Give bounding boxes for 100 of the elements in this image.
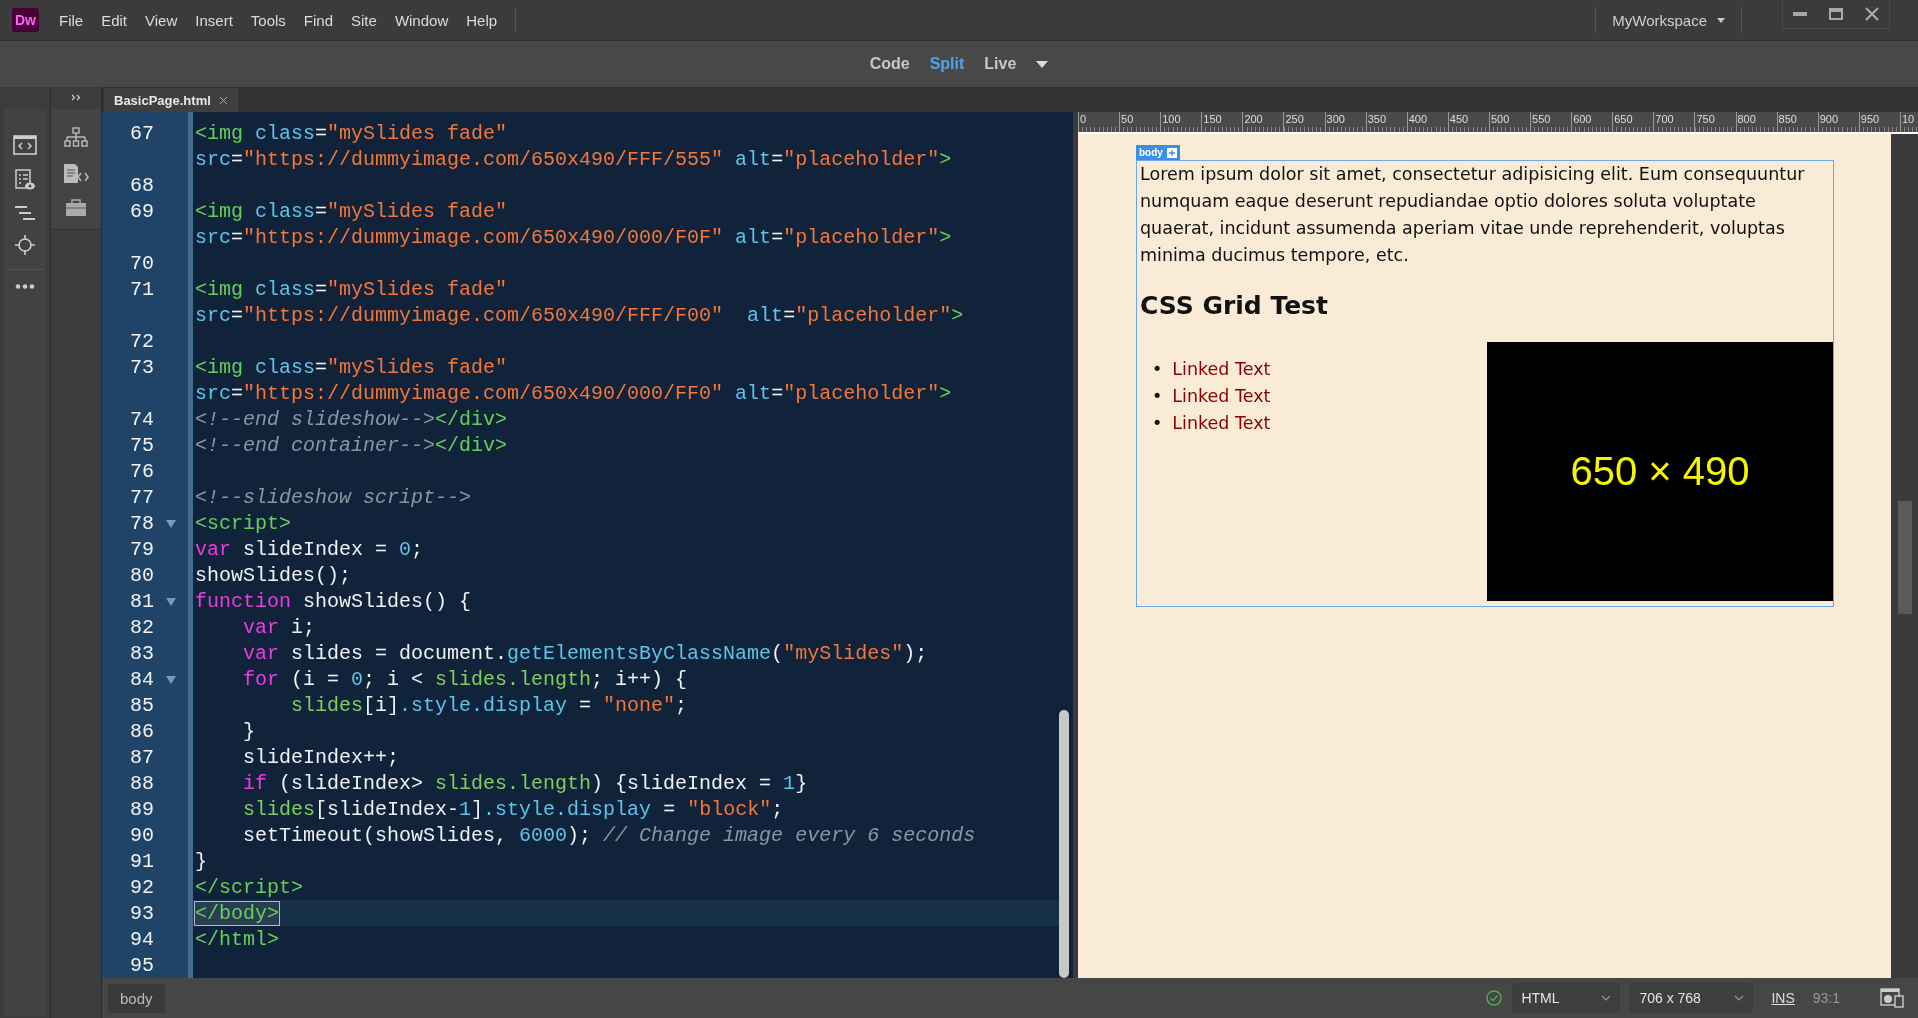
- menu-item[interactable]: Tools: [250, 11, 286, 29]
- chevron-icon[interactable]: [1601, 995, 1612, 1001]
- line-number: 90: [130, 823, 154, 847]
- document-code-icon[interactable]: [63, 163, 89, 185]
- code-line: setTimeout(showSlides, 6000); // Change image every 6 seconds: [242, 823, 976, 847]
- fold-icon[interactable]: [166, 598, 176, 606]
- view-mode-tab[interactable]: Live: [984, 55, 1017, 73]
- code-view-icon[interactable]: [13, 135, 37, 155]
- code-line: src="https://dummyimage.com/650x490/000/F0F" alt="placeholder">: [195, 225, 952, 249]
- app-logo: Dw: [12, 8, 39, 32]
- crosshair-icon[interactable]: [15, 235, 35, 255]
- menu-item[interactable]: File: [59, 11, 84, 29]
- placeholder-image: 650 × 490: [1487, 342, 1833, 601]
- insert-mode[interactable]: INS: [1771, 990, 1795, 1006]
- scrollbar-thumb[interactable]: [1059, 710, 1069, 978]
- language-dropdown[interactable]: HTML: [1512, 983, 1621, 1013]
- bullet: •: [1152, 359, 1163, 379]
- code-editor[interactable]: [102, 112, 1073, 978]
- maximize-icon[interactable]: [1829, 8, 1843, 20]
- line-number: 67: [130, 121, 154, 145]
- line-number: 79: [130, 537, 154, 561]
- menu-item[interactable]: Window: [394, 11, 449, 29]
- toolbox-icon[interactable]: [65, 199, 87, 217]
- code-line: if (slideIndex> slides.length) {slideIndex = 1}: [242, 771, 808, 795]
- link[interactable]: Linked Text: [1172, 386, 1271, 406]
- code-line: </html>: [195, 927, 279, 951]
- line-number: 84: [130, 667, 154, 691]
- fold-icon[interactable]: [166, 676, 176, 684]
- line-number: 72: [130, 329, 154, 353]
- caret-icon[interactable]: [1717, 17, 1725, 23]
- code-line: <img class="mySlides fade": [195, 355, 508, 379]
- line-number: 81: [130, 589, 154, 613]
- line-number: 75: [130, 433, 154, 457]
- menu-item[interactable]: Find: [303, 11, 333, 29]
- lines-icon[interactable]: [14, 205, 36, 221]
- cursor-position: 93:1: [1812, 990, 1840, 1006]
- code-line: slideIndex++;: [242, 745, 400, 769]
- line-number: 74: [130, 407, 154, 431]
- sitemap-icon[interactable]: [64, 127, 88, 149]
- code-line: function showSlides() {: [195, 589, 472, 613]
- size-dropdown[interactable]: 706 x 768: [1630, 983, 1754, 1013]
- code-line: <!--end slideshow--></div>: [195, 407, 508, 431]
- menu-item[interactable]: View: [145, 11, 178, 29]
- fold-icon[interactable]: [166, 520, 176, 528]
- ruler: 0 50 100 150 200 250 300 350 400 450 500 550 600 650 700 750 800 850 900 950 10: [1078, 112, 1918, 134]
- menu-item[interactable]: Help: [466, 11, 498, 29]
- close-icon[interactable]: [218, 95, 228, 105]
- code-line: var slides = document.getElementsByClassName("mySlides");: [242, 641, 928, 665]
- link[interactable]: Linked Text: [1172, 359, 1271, 379]
- tag-breadcrumb[interactable]: body: [108, 983, 165, 1013]
- more-icon[interactable]: [15, 284, 35, 289]
- expand-icon[interactable]: [71, 93, 81, 101]
- line-number: 94: [130, 927, 154, 951]
- document-tab[interactable]: BasicPage.html: [104, 88, 238, 112]
- line-number: 68: [130, 173, 154, 197]
- menu-item[interactable]: Site: [351, 11, 377, 29]
- code-line: slides[i].style.display = "none";: [290, 693, 688, 717]
- code-line: src="https://dummyimage.com/650x490/FFF/555" alt="placeholder">: [195, 147, 952, 171]
- line-number: 71: [130, 277, 154, 301]
- line-number: 76: [130, 459, 154, 483]
- code-line: }: [195, 849, 207, 873]
- line-number: 89: [130, 797, 154, 821]
- caret-icon[interactable]: [1036, 60, 1049, 68]
- line-number: 95: [130, 953, 154, 977]
- check-icon: [1486, 990, 1503, 1006]
- code-line: <!--end container--></div>: [195, 433, 508, 457]
- link[interactable]: Linked Text: [1172, 413, 1271, 433]
- line-number: 70: [130, 251, 154, 275]
- line-number: 85: [130, 693, 154, 717]
- bullet: •: [1152, 413, 1163, 433]
- menu-item[interactable]: Insert: [195, 11, 233, 29]
- view-mode-tab[interactable]: Code: [869, 55, 910, 73]
- code-line: <script>: [195, 511, 291, 535]
- line-number: 86: [130, 719, 154, 743]
- code-line: <!--slideshow script-->: [195, 485, 472, 509]
- chevron-icon[interactable]: [1734, 995, 1745, 1001]
- code-line: src="https://dummyimage.com/650x490/000/FF0" alt="placeholder">: [195, 381, 952, 405]
- heading: CSS Grid Test: [1140, 291, 1329, 320]
- code-line: showSlides();: [195, 563, 352, 587]
- device-preview-icon[interactable]: [1880, 988, 1904, 1008]
- line-number: 82: [130, 615, 154, 639]
- menu-item[interactable]: Edit: [101, 11, 128, 29]
- code-line: var i;: [242, 615, 316, 639]
- line-number: 69: [130, 199, 154, 223]
- code-line: var slideIndex = 0;: [195, 537, 424, 561]
- document-eye-icon[interactable]: [14, 169, 36, 191]
- code-line: <img class="mySlides fade": [195, 199, 508, 223]
- line-number: 93: [130, 901, 154, 925]
- line-number: 73: [130, 355, 154, 379]
- scrollbar-thumb[interactable]: [1897, 501, 1912, 614]
- workspace-dropdown[interactable]: MyWorkspace: [1595, 7, 1742, 33]
- bullet: •: [1152, 386, 1163, 406]
- code-line: slides[slideIndex-1].style.display = "block";: [242, 797, 784, 821]
- plus-icon[interactable]: [1166, 147, 1177, 158]
- code-line: <img class="mySlides fade": [195, 277, 508, 301]
- code-line: </script>: [195, 875, 304, 899]
- line-number: 88: [130, 771, 154, 795]
- line-number: 83: [130, 641, 154, 665]
- code-line: for (i = 0; i < slides.length; i++) {: [242, 667, 688, 691]
- close-icon[interactable]: [1865, 7, 1879, 21]
